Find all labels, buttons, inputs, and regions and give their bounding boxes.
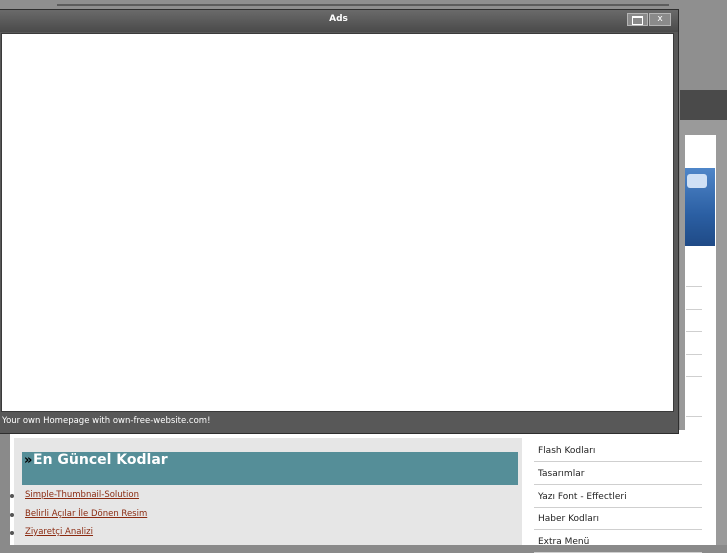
side-menu-item-designs[interactable]: Tasarımlar bbox=[534, 463, 702, 485]
latest-codes-title: En Güncel Kodlar bbox=[33, 452, 168, 468]
menu-divider bbox=[686, 286, 702, 287]
menu-divider bbox=[686, 309, 702, 310]
background-dark-band bbox=[680, 90, 727, 120]
ads-content-frame[interactable] bbox=[1, 33, 674, 412]
popup-title: Ads bbox=[329, 14, 348, 24]
latest-codes-header: » En Güncel Kodlar bbox=[22, 452, 518, 485]
maximize-icon bbox=[632, 16, 643, 25]
side-menu-item-fonts[interactable]: Yazı Font - Effectleri bbox=[534, 486, 702, 508]
menu-divider bbox=[686, 416, 702, 417]
bullet-icon bbox=[10, 531, 14, 535]
popup-titlebar[interactable]: Ads x bbox=[0, 10, 678, 32]
code-link[interactable]: Simple-Thumbnail-Solution bbox=[25, 490, 139, 500]
menu-divider bbox=[686, 354, 702, 355]
bullet-icon bbox=[10, 513, 14, 517]
bullet-icon bbox=[10, 494, 14, 498]
ads-popup-window: Ads x Your own Homepage with own-free-we… bbox=[0, 9, 679, 434]
raquo-marker: » bbox=[24, 453, 33, 468]
side-menu-item-extra[interactable]: Extra Menü bbox=[534, 531, 702, 553]
side-menu-item-flash[interactable]: Flash Kodları bbox=[534, 440, 702, 462]
banner-image-fragment bbox=[685, 168, 715, 246]
menu-divider bbox=[686, 376, 702, 377]
menu-divider bbox=[686, 331, 702, 332]
popup-footer-link[interactable]: Your own Homepage with own-free-website.… bbox=[2, 416, 210, 426]
background-bar bbox=[57, 4, 669, 6]
maximize-button[interactable] bbox=[627, 13, 648, 26]
close-icon: x bbox=[657, 14, 663, 24]
code-link[interactable]: Ziyaretçi Analizi bbox=[25, 527, 93, 537]
close-button[interactable]: x bbox=[649, 13, 671, 26]
side-menu-item-news[interactable]: Haber Kodları bbox=[534, 508, 702, 530]
code-link[interactable]: Belirli Açılar İle Dönen Resim bbox=[25, 509, 147, 519]
